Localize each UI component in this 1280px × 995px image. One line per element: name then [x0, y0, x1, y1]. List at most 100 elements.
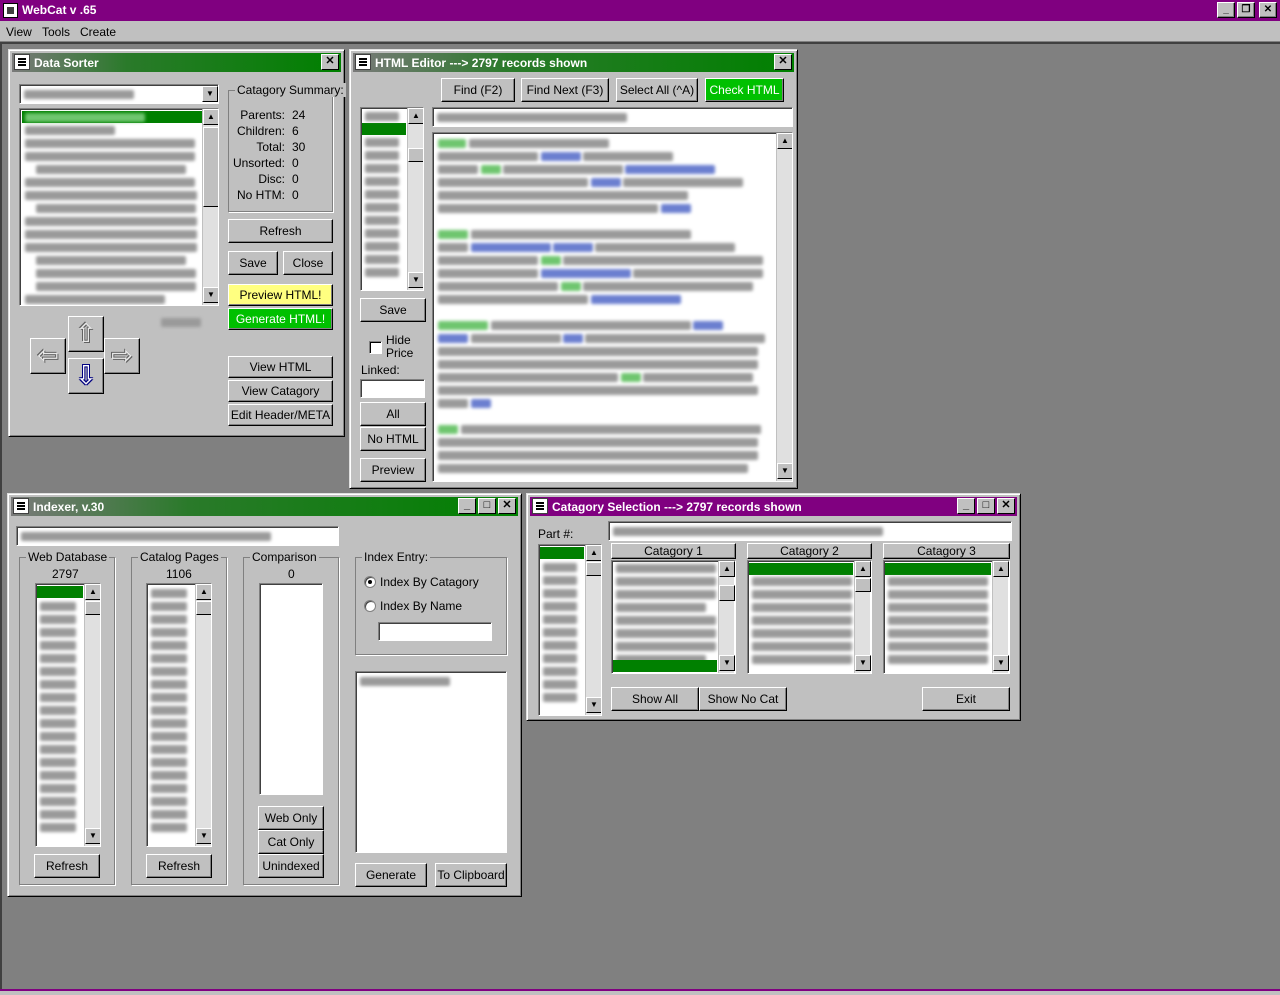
index-output-textarea[interactable]: [355, 671, 507, 853]
index-by-name-radio[interactable]: [364, 600, 376, 612]
scroll-down-icon[interactable]: ▼: [993, 655, 1009, 671]
close-icon[interactable]: ✕: [774, 54, 792, 70]
scroll-thumb[interactable]: [203, 127, 218, 207]
show-no-cat-button[interactable]: Show No Cat: [699, 687, 787, 711]
data-sorter-title-bar[interactable]: Data Sorter ✕: [12, 53, 341, 72]
category-3-header[interactable]: Catagory 3: [883, 543, 1010, 559]
scroll-up-icon[interactable]: ▲: [855, 561, 871, 577]
selected-row[interactable]: [749, 563, 853, 575]
web-database-list[interactable]: ▲ ▼: [35, 583, 101, 847]
comparison-list[interactable]: [259, 583, 323, 795]
category-list[interactable]: ▲ ▼: [19, 108, 219, 306]
selected-row[interactable]: [540, 547, 584, 559]
save-button[interactable]: Save: [228, 251, 278, 275]
index-by-category-radio[interactable]: [364, 576, 376, 588]
scroll-down-icon[interactable]: ▼: [196, 828, 211, 844]
close-icon[interactable]: ✕: [997, 498, 1015, 514]
to-clipboard-button[interactable]: To Clipboard: [435, 863, 507, 887]
part-scrollbar[interactable]: ▲ ▼: [585, 545, 601, 715]
category-1-list[interactable]: ▲ ▼: [611, 560, 736, 674]
indexer-title-bar[interactable]: Indexer, v.30 _ □ ✕: [11, 497, 518, 516]
maximize-icon[interactable]: □: [977, 498, 995, 514]
html-scrollbar[interactable]: ▲ ▼: [776, 133, 792, 481]
all-button[interactable]: All: [360, 402, 426, 426]
scroll-thumb[interactable]: [586, 562, 601, 576]
generate-html-button[interactable]: Generate HTML!: [228, 308, 333, 330]
record-scrollbar[interactable]: ▲ ▼: [407, 108, 423, 290]
scroll-down-icon[interactable]: ▼: [855, 655, 871, 671]
part-number-list[interactable]: ▲ ▼: [538, 544, 602, 716]
preview-html-button[interactable]: Preview HTML!: [228, 284, 333, 306]
catalog-pages-list[interactable]: ▲ ▼: [146, 583, 212, 847]
move-left-icon[interactable]: ⇦: [30, 338, 66, 374]
find-next-button[interactable]: Find Next (F3): [521, 78, 609, 102]
menu-create[interactable]: Create: [80, 25, 116, 39]
scroll-thumb[interactable]: [719, 585, 735, 601]
refresh-button[interactable]: Refresh: [228, 219, 333, 243]
list-scrollbar[interactable]: ▲ ▼: [202, 109, 218, 305]
scroll-thumb[interactable]: [85, 601, 100, 615]
edit-header-button[interactable]: Edit Header/META: [228, 404, 333, 426]
maximize-icon[interactable]: □: [478, 498, 496, 514]
view-category-button[interactable]: View Catagory: [228, 380, 333, 402]
scroll-down-icon[interactable]: ▼: [203, 287, 218, 303]
web-database-scrollbar[interactable]: ▲ ▼: [84, 584, 100, 846]
catalog-scrollbar[interactable]: ▲ ▼: [195, 584, 211, 846]
minimize-icon[interactable]: _: [957, 498, 975, 514]
scroll-up-icon[interactable]: ▲: [586, 545, 601, 561]
minimize-icon[interactable]: _: [1217, 2, 1235, 18]
exit-button[interactable]: Exit: [922, 687, 1010, 711]
catalog-refresh-button[interactable]: Refresh: [146, 854, 212, 878]
sort-combo[interactable]: ▼: [19, 84, 219, 104]
selected-record[interactable]: [362, 123, 406, 135]
web-only-button[interactable]: Web Only: [258, 806, 324, 830]
scroll-thumb[interactable]: [196, 601, 211, 615]
select-all-button[interactable]: Select All (^A): [616, 78, 698, 102]
category-2-list[interactable]: ▲ ▼: [747, 560, 872, 674]
scroll-down-icon[interactable]: ▼: [777, 463, 792, 479]
scroll-up-icon[interactable]: ▲: [196, 584, 211, 600]
move-down-icon[interactable]: ⇩: [68, 358, 104, 394]
move-right-icon[interactable]: ⇨: [104, 338, 140, 374]
no-html-button[interactable]: No HTML: [360, 427, 426, 451]
selected-row[interactable]: [37, 586, 83, 598]
scroll-down-icon[interactable]: ▼: [719, 655, 735, 671]
html-textarea[interactable]: ▲ ▼: [432, 132, 793, 482]
check-html-button[interactable]: Check HTML: [705, 78, 784, 102]
category-selection-title-bar[interactable]: Catagory Selection ---> 2797 records sho…: [530, 497, 1017, 516]
preview-button[interactable]: Preview: [360, 458, 426, 482]
scroll-up-icon[interactable]: ▲: [85, 584, 100, 600]
close-button[interactable]: Close: [283, 251, 333, 275]
category-3-scrollbar[interactable]: ▲ ▼: [992, 561, 1009, 673]
category-1-scrollbar[interactable]: ▲ ▼: [718, 561, 735, 673]
close-icon[interactable]: ✕: [498, 498, 516, 514]
index-entry-input[interactable]: [378, 622, 492, 641]
cat-only-button[interactable]: Cat Only: [258, 830, 324, 854]
part-title-input[interactable]: [608, 521, 1012, 541]
chevron-down-icon[interactable]: ▼: [202, 86, 218, 102]
scroll-up-icon[interactable]: ▲: [777, 133, 792, 149]
find-button[interactable]: Find (F2): [441, 78, 515, 102]
scroll-up-icon[interactable]: ▲: [408, 108, 423, 124]
editor-save-button[interactable]: Save: [360, 298, 426, 322]
move-up-icon[interactable]: ⇧: [68, 316, 104, 352]
selected-row[interactable]: [613, 660, 717, 672]
scroll-up-icon[interactable]: ▲: [203, 109, 218, 125]
minimize-icon[interactable]: _: [458, 498, 476, 514]
close-icon[interactable]: ✕: [1259, 2, 1277, 18]
menu-tools[interactable]: Tools: [42, 25, 70, 39]
html-editor-title-bar[interactable]: HTML Editor ---> 2797 records shown ✕: [353, 53, 794, 72]
search-input[interactable]: [16, 526, 339, 546]
product-title-input[interactable]: [432, 107, 793, 127]
scroll-up-icon[interactable]: ▲: [719, 561, 735, 577]
scroll-down-icon[interactable]: ▼: [586, 697, 601, 713]
close-icon[interactable]: ✕: [321, 54, 339, 70]
scroll-up-icon[interactable]: ▲: [993, 561, 1009, 577]
view-html-button[interactable]: View HTML: [228, 356, 333, 378]
linked-input[interactable]: [360, 379, 425, 398]
generate-button[interactable]: Generate: [355, 863, 427, 887]
scroll-thumb[interactable]: [855, 578, 871, 592]
web-refresh-button[interactable]: Refresh: [34, 854, 100, 878]
record-list[interactable]: ▲ ▼: [360, 107, 424, 291]
unindexed-button[interactable]: Unindexed: [258, 854, 324, 878]
